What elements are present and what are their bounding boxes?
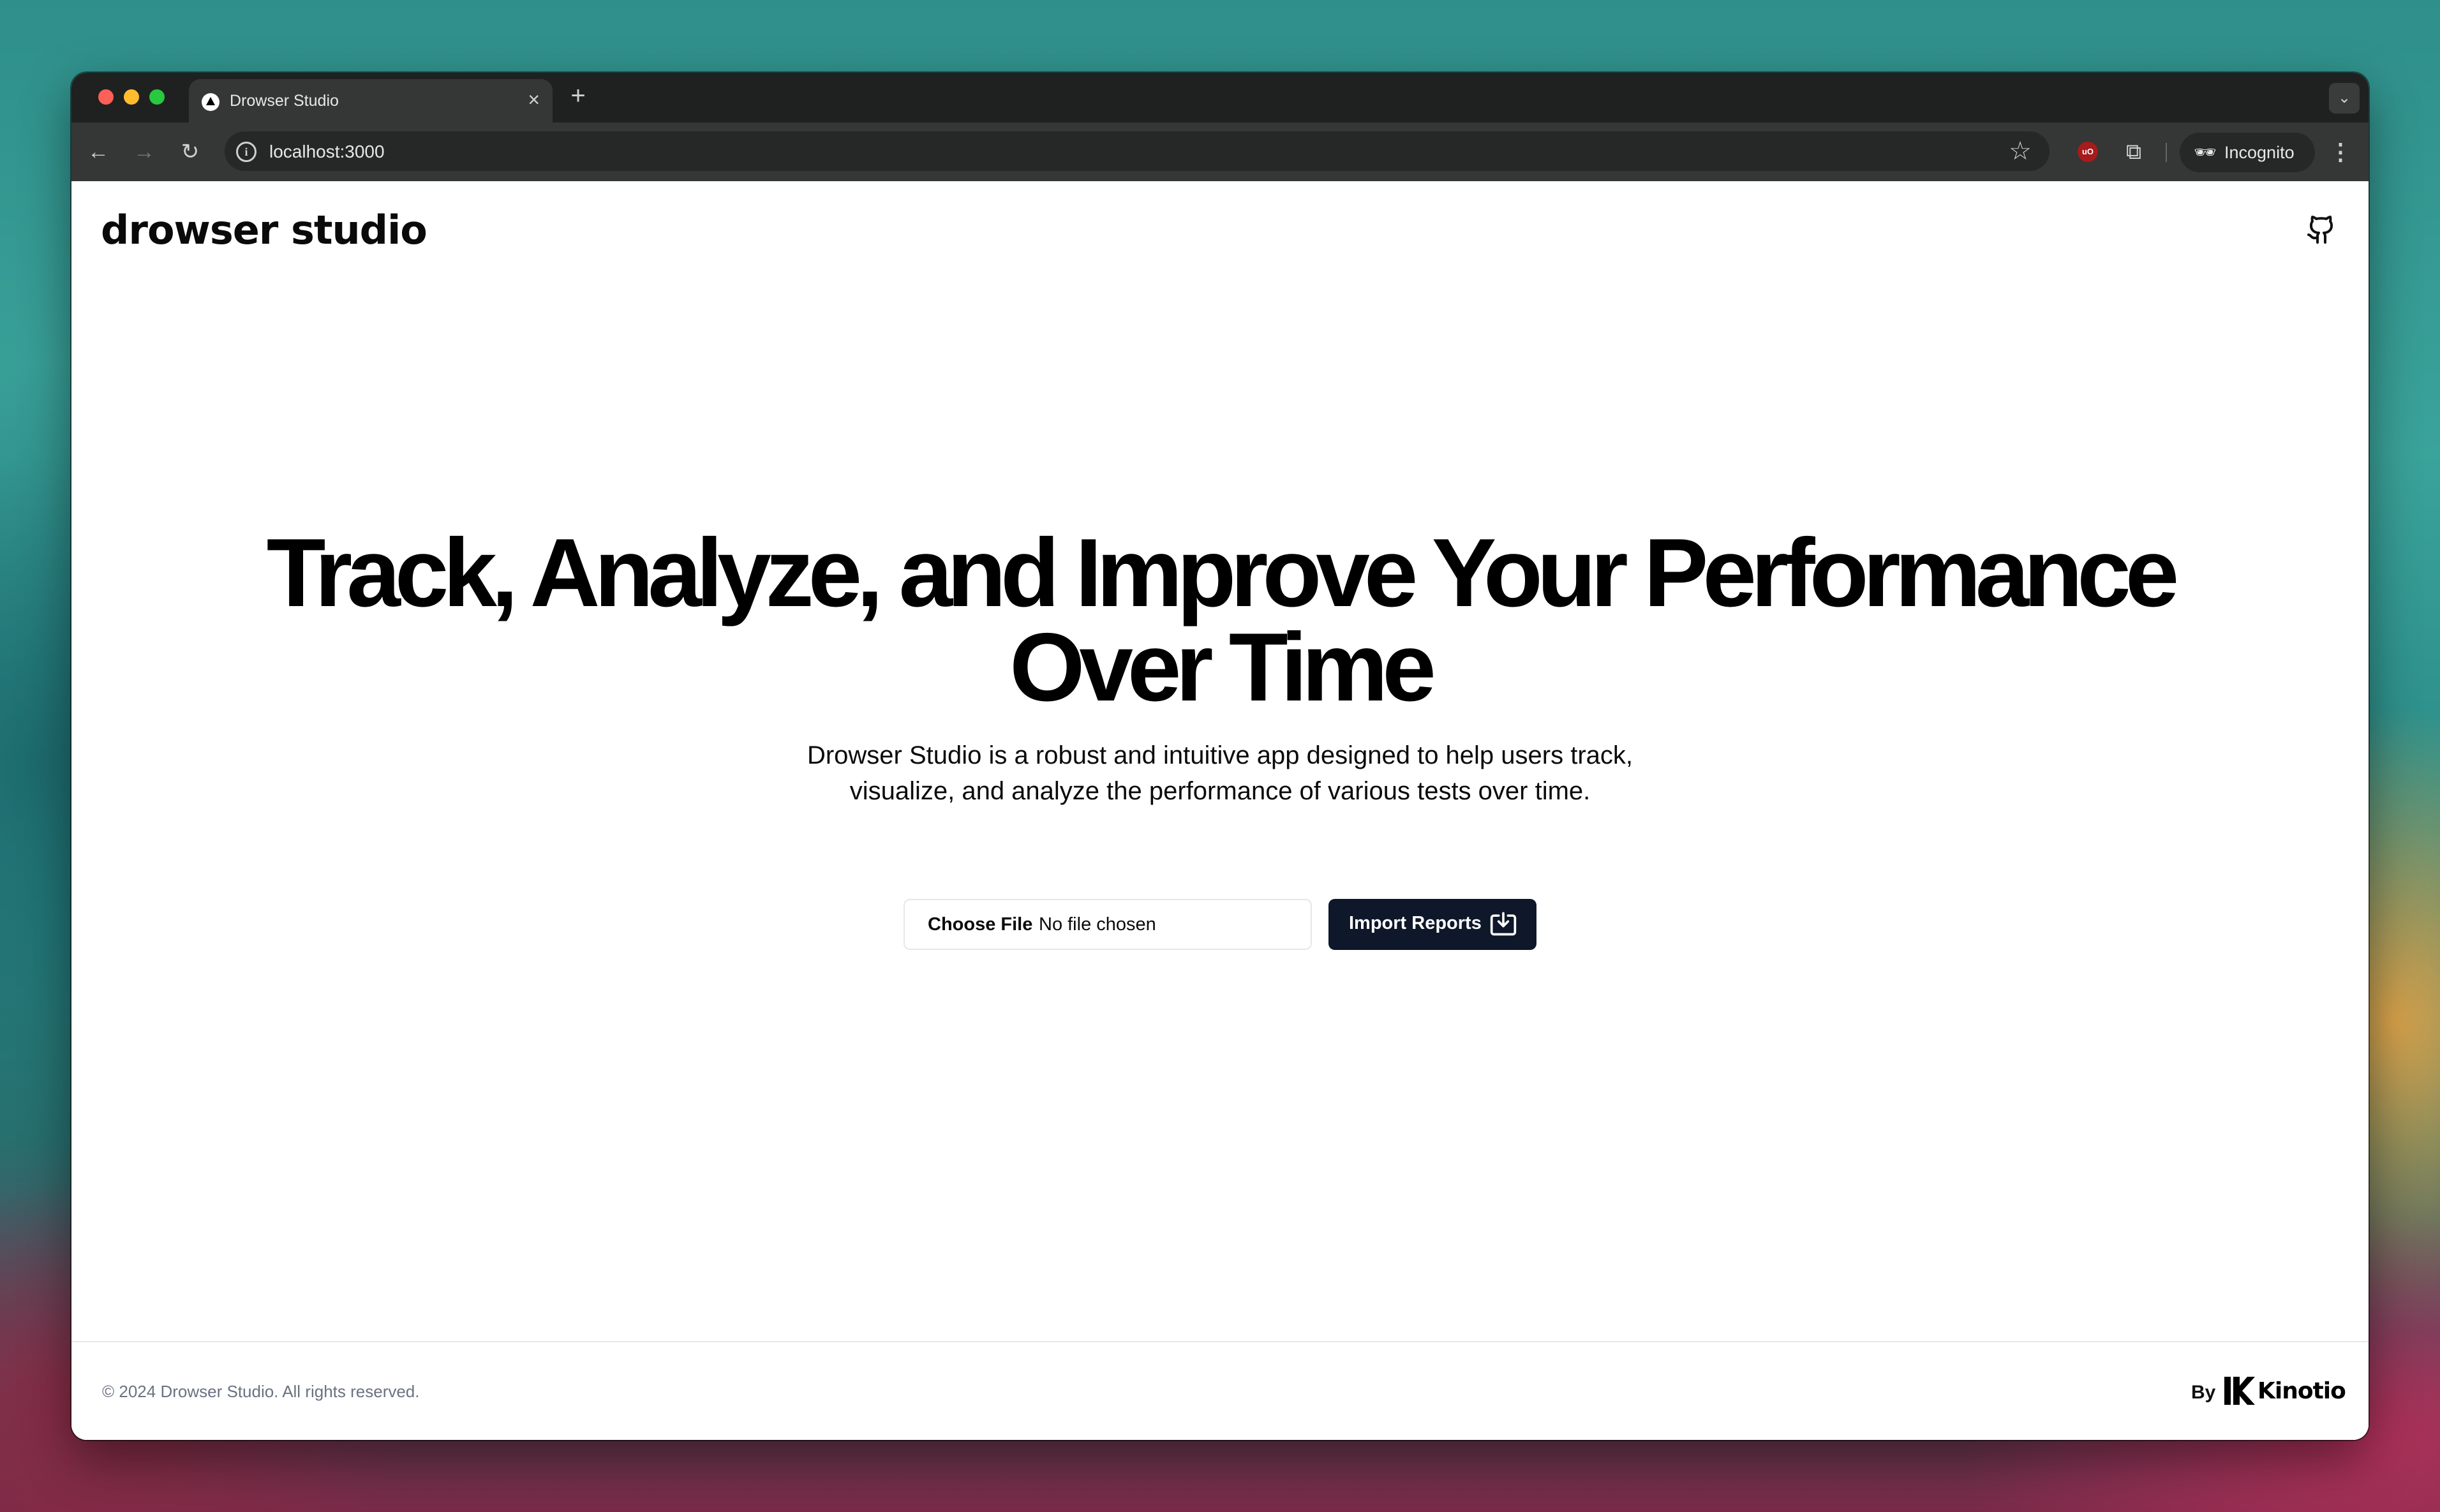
bookmark-star-icon[interactable]: ☆ <box>2009 137 2032 166</box>
headline-line-1: Track, Analyze, and Improve Your Perform… <box>266 519 2180 627</box>
page-footer: © 2024 Drowser Studio. All rights reserv… <box>71 1341 2369 1440</box>
ublock-extension-icon[interactable]: uO <box>2078 142 2098 162</box>
import-reports-label: Import Reports <box>1349 913 1482 933</box>
incognito-icon: 🕶 <box>2194 142 2217 162</box>
github-icon[interactable] <box>2306 214 2337 245</box>
page-content: drowser studio Track, Analyze, and Impro… <box>71 181 2369 1440</box>
tab-close-icon[interactable]: × <box>528 89 540 110</box>
new-tab-button[interactable]: + <box>563 80 593 111</box>
hero-headline: Track, Analyze, and Improve Your Perform… <box>71 524 2369 716</box>
window-minimize-button[interactable] <box>124 89 139 105</box>
hero-section: Track, Analyze, and Improve Your Perform… <box>71 524 2369 809</box>
tab-search-button[interactable]: ⌄ <box>2329 83 2360 114</box>
extensions-puzzle-icon[interactable]: ⧉ <box>2118 137 2149 167</box>
browser-menu-icon[interactable]: ⋮ <box>2328 137 2353 167</box>
choose-file-button[interactable]: Choose File <box>928 914 1032 935</box>
incognito-label: Incognito <box>2224 143 2295 162</box>
favicon-icon <box>202 93 219 111</box>
browser-toolbar: ← → ↻ i localhost:3000 ☆ uO ⧉ 🕶 Incognit… <box>71 122 2369 181</box>
back-arrow-icon[interactable]: ← <box>83 137 114 167</box>
import-icon <box>1490 912 1517 936</box>
import-controls: Choose File No file chosen Import Report… <box>71 899 2369 950</box>
window-maximize-button[interactable] <box>149 89 165 105</box>
site-info-icon[interactable]: i <box>236 142 257 162</box>
import-reports-button[interactable]: Import Reports <box>1328 899 1536 950</box>
hero-subtitle: Drowser Studio is a robust and intuitive… <box>807 741 1633 805</box>
window-close-button[interactable] <box>98 89 114 105</box>
file-status-text: No file chosen <box>1039 914 1156 935</box>
reload-icon[interactable]: ↻ <box>175 137 205 167</box>
copyright-text: © 2024 Drowser Studio. All rights reserv… <box>102 1382 420 1401</box>
url-text[interactable]: localhost:3000 <box>269 142 385 162</box>
kinotio-logo-icon[interactable] <box>2222 1374 2258 1407</box>
incognito-profile-button[interactable]: 🕶 Incognito <box>2180 133 2315 172</box>
headline-line-2: Over Time <box>1009 613 1436 722</box>
tab-drowser-studio[interactable]: Drowser Studio × <box>189 79 553 122</box>
by-label: By <box>2191 1382 2216 1403</box>
file-input[interactable]: Choose File No file chosen <box>904 899 1312 950</box>
tab-bar: Drowser Studio × + ⌄ <box>71 73 2369 122</box>
browser-window: Drowser Studio × + ⌄ ← → ↻ i localhost:3… <box>71 73 2369 1440</box>
kinotio-brand-name[interactable]: Kinotio <box>2258 1378 2346 1404</box>
address-bar[interactable]: i localhost:3000 ☆ <box>225 131 2049 171</box>
toolbar-divider <box>2166 143 2167 162</box>
forward-arrow-icon[interactable]: → <box>129 137 160 167</box>
tab-title: Drowser Studio <box>230 92 339 110</box>
site-logo[interactable]: drowser studio <box>101 207 428 253</box>
